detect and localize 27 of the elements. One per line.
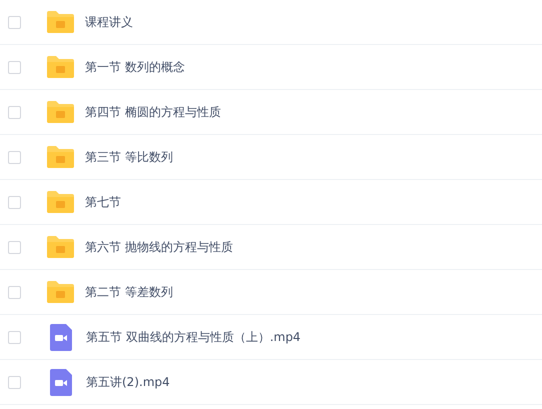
folder-icon	[47, 56, 74, 78]
folder-icon	[47, 11, 74, 33]
file-name[interactable]: 第一节 数列的概念	[85, 58, 185, 76]
folder-icon	[47, 146, 74, 168]
video-icon	[50, 324, 72, 350]
folder-icon	[47, 236, 74, 258]
file-name[interactable]: 第五讲(2).mp4	[86, 374, 170, 390]
file-name[interactable]: 第四节 椭圆的方程与性质	[85, 104, 221, 120]
folder-icon	[47, 281, 74, 303]
file-name[interactable]: 第五节 双曲线的方程与性质（上）.mp4	[86, 328, 301, 346]
video-icon	[50, 368, 72, 396]
file-name[interactable]: 第二节 等差数列	[85, 284, 173, 300]
checkbox[interactable]	[8, 376, 21, 388]
file-name[interactable]: 第三节 等比数列	[85, 148, 173, 166]
checkbox[interactable]	[8, 240, 21, 254]
file-name[interactable]: 课程讲义	[85, 14, 133, 30]
checkbox[interactable]	[8, 330, 21, 344]
folder-icon	[47, 101, 74, 123]
folder-icon	[47, 191, 74, 213]
checkbox[interactable]	[8, 16, 21, 28]
checkbox[interactable]	[8, 150, 21, 164]
checkbox[interactable]	[8, 60, 21, 74]
file-name[interactable]: 第七节	[85, 194, 121, 210]
checkbox[interactable]	[8, 196, 21, 208]
file-name[interactable]: 第六节 抛物线的方程与性质	[85, 238, 233, 256]
checkbox[interactable]	[8, 286, 21, 298]
checkbox[interactable]	[8, 106, 21, 118]
